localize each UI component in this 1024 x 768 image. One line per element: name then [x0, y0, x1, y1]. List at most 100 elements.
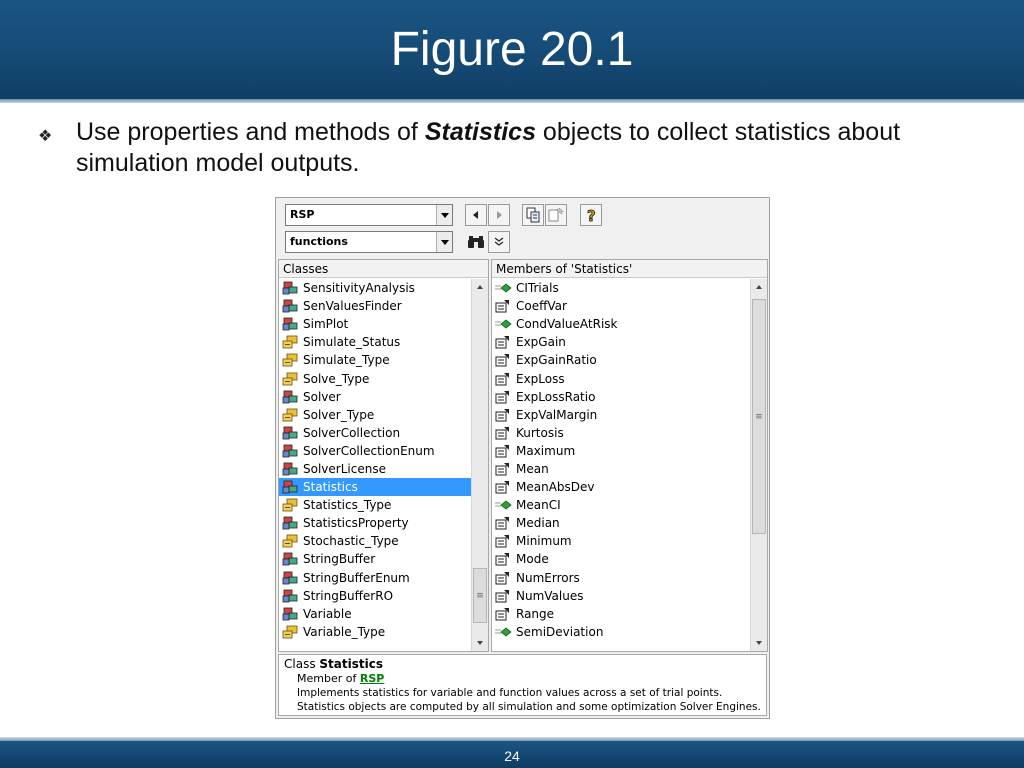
- list-item[interactable]: CondValueAtRisk: [492, 315, 750, 333]
- copy-to-clipboard-button[interactable]: [522, 204, 544, 226]
- list-item[interactable]: ExpGainRatio: [492, 351, 750, 369]
- binoculars-icon: [468, 236, 484, 248]
- members-scrollbar[interactable]: ≡: [750, 279, 767, 651]
- page-number: 24: [504, 748, 520, 764]
- chevron-down-icon[interactable]: [436, 205, 452, 225]
- list-item-label: Stochastic_Type: [303, 534, 399, 549]
- list-item[interactable]: CoeffVar: [492, 297, 750, 315]
- library-combo[interactable]: RSP: [285, 204, 453, 226]
- slide-header: Figure 20.1: [0, 0, 1024, 103]
- list-item[interactable]: Simulate_Status: [279, 333, 471, 351]
- list-item[interactable]: SolverCollectionEnum: [279, 442, 471, 460]
- property-icon: [494, 372, 512, 386]
- forward-button[interactable]: [488, 204, 510, 226]
- list-item[interactable]: Stochastic_Type: [279, 532, 471, 550]
- list-item-label: SenValuesFinder: [303, 299, 402, 314]
- list-item[interactable]: SenValuesFinder: [279, 297, 471, 315]
- details-class-name: Statistics: [319, 657, 383, 671]
- property-icon: [494, 444, 512, 458]
- list-item[interactable]: Mean: [492, 460, 750, 478]
- list-item[interactable]: StringBuffer: [279, 550, 471, 568]
- list-item[interactable]: ExpLoss: [492, 369, 750, 387]
- class-icon: [281, 317, 299, 331]
- list-item[interactable]: StatisticsProperty: [279, 514, 471, 532]
- scroll-up-icon[interactable]: [751, 279, 767, 295]
- bullet-diamond-icon: ❖: [38, 128, 53, 145]
- classes-scrollbar[interactable]: ≡: [471, 279, 488, 651]
- list-item[interactable]: Statistics: [279, 478, 471, 497]
- list-item[interactable]: ExpGain: [492, 333, 750, 351]
- list-item[interactable]: Minimum: [492, 532, 750, 550]
- list-item-label: Mode: [516, 552, 549, 567]
- property-icon: [494, 480, 512, 494]
- scrollbar-thumb[interactable]: ≡: [473, 568, 487, 623]
- property-icon: [494, 552, 512, 566]
- list-item[interactable]: Variable: [279, 605, 471, 623]
- list-item[interactable]: StringBufferEnum: [279, 569, 471, 587]
- scrollbar-thumb[interactable]: ≡: [752, 299, 766, 534]
- svg-text:?: ?: [587, 207, 596, 223]
- search-combo[interactable]: functions: [285, 231, 453, 253]
- list-item[interactable]: Solve_Type: [279, 369, 471, 387]
- list-item-label: SolverCollectionEnum: [303, 443, 435, 458]
- view-definition-button[interactable]: [545, 204, 567, 226]
- list-item[interactable]: SimPlot: [279, 315, 471, 333]
- list-item[interactable]: SensitivityAnalysis: [279, 279, 471, 297]
- list-item[interactable]: SolverCollection: [279, 424, 471, 442]
- list-item[interactable]: NumErrors: [492, 569, 750, 587]
- list-item-label: Solve_Type: [303, 371, 370, 386]
- list-item[interactable]: ExpValMargin: [492, 406, 750, 424]
- list-item[interactable]: Variable_Type: [279, 623, 471, 641]
- list-item[interactable]: Mode: [492, 550, 750, 568]
- bullet-text: Use properties and methods of Statistics…: [76, 117, 956, 179]
- list-item[interactable]: Median: [492, 514, 750, 532]
- method-icon: [494, 317, 512, 331]
- library-combo-value: RSP: [290, 208, 315, 221]
- list-item-label: StringBuffer: [303, 552, 376, 567]
- scroll-down-icon[interactable]: [751, 635, 767, 651]
- list-item[interactable]: ExpLossRatio: [492, 388, 750, 406]
- list-item-label: MeanAbsDev: [516, 480, 595, 495]
- list-item[interactable]: Solver_Type: [279, 406, 471, 424]
- search-combo-value: functions: [290, 235, 348, 248]
- list-item-label: Range: [516, 606, 555, 621]
- show-search-results-button[interactable]: [488, 231, 510, 253]
- list-item[interactable]: MeanAbsDev: [492, 478, 750, 496]
- list-item[interactable]: Maximum: [492, 442, 750, 460]
- details-member-of-link[interactable]: RSP: [360, 672, 384, 685]
- list-item[interactable]: Range: [492, 605, 750, 623]
- class-icon: [281, 462, 299, 476]
- list-item-label: Median: [516, 516, 560, 531]
- scroll-down-icon[interactable]: [472, 635, 488, 651]
- list-item[interactable]: Simulate_Type: [279, 351, 471, 369]
- list-item[interactable]: NumValues: [492, 587, 750, 605]
- list-item-label: Simulate_Type: [303, 353, 390, 368]
- list-item[interactable]: CITrials: [492, 279, 750, 297]
- list-item-label: ExpGain: [516, 335, 566, 350]
- search-button[interactable]: [465, 231, 487, 253]
- list-item[interactable]: StringBufferRO: [279, 587, 471, 605]
- property-icon: [494, 335, 512, 349]
- bullet-text-emphasis: Statistics: [424, 118, 536, 146]
- enum-icon: [281, 625, 299, 639]
- property-icon: [494, 299, 512, 313]
- chevron-down-icon[interactable]: [436, 232, 452, 252]
- list-item-label: CoeffVar: [516, 299, 567, 314]
- list-item[interactable]: SemiDeviation: [492, 623, 750, 641]
- method-icon: [494, 625, 512, 639]
- list-item-label: StringBufferRO: [303, 588, 394, 603]
- object-browser-window: RSP ? functions Classes SensitivityAnaly…: [275, 197, 770, 719]
- list-item-label: MeanCI: [516, 498, 561, 513]
- property-icon: [494, 353, 512, 367]
- back-button[interactable]: [465, 204, 487, 226]
- list-item[interactable]: Kurtosis: [492, 424, 750, 442]
- class-icon: [281, 426, 299, 440]
- list-item[interactable]: SolverLicense: [279, 460, 471, 478]
- list-item[interactable]: Solver: [279, 388, 471, 406]
- scroll-up-icon[interactable]: [472, 279, 488, 295]
- property-icon: [494, 589, 512, 603]
- list-item[interactable]: MeanCI: [492, 496, 750, 514]
- list-item-label: Minimum: [516, 534, 572, 549]
- list-item[interactable]: Statistics_Type: [279, 496, 471, 514]
- help-button[interactable]: ?: [580, 204, 602, 226]
